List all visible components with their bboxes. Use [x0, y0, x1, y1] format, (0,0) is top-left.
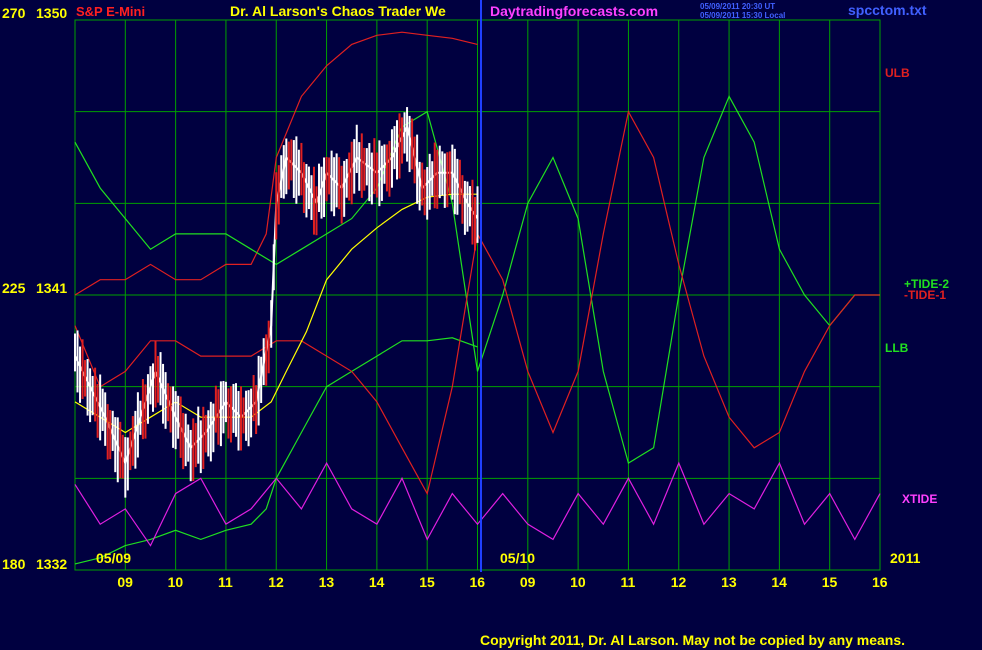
x-tick-label: 15 — [419, 574, 435, 590]
copyright-footer: Copyright 2011, Dr. Al Larson. May not b… — [480, 632, 905, 648]
x-tick-label: 10 — [168, 574, 184, 590]
x-tick-label: 11 — [218, 574, 233, 590]
y-right-label-mid: 1341 — [36, 280, 67, 296]
site-link[interactable]: Daytradingforecasts.com — [490, 3, 658, 19]
y-left-label-top: 270 — [2, 5, 26, 21]
timestamp-local: 05/09/2011 15:30 Local — [700, 11, 785, 20]
series-label-llb: LLB — [885, 341, 909, 355]
x-tick-label: 12 — [671, 574, 687, 590]
x-tick-label: 12 — [268, 574, 284, 590]
x-tick-labels: 09 10 11 12 13 14 15 16 09 10 11 12 13 14 15 16 — [117, 574, 887, 590]
x-tick-label: 15 — [822, 574, 838, 590]
x-tick-label: 14 — [771, 574, 787, 590]
y-right-label-top: 1350 — [36, 5, 67, 21]
filename-label: spcctom.txt — [848, 2, 927, 18]
y-left-label-bottom: 180 — [2, 556, 26, 572]
x-tick-label: 09 — [117, 574, 133, 590]
x-tick-label: 10 — [570, 574, 586, 590]
y-right-label-bottom: 1332 — [36, 556, 67, 572]
chart-title: Dr. Al Larson's Chaos Trader We — [230, 3, 446, 19]
series-label-ulb: ULB — [885, 66, 910, 80]
timestamp-ut: 05/09/2011 20:30 UT — [700, 2, 775, 11]
x-tick-label: 09 — [520, 574, 536, 590]
x-tick-label: 13 — [721, 574, 737, 590]
date-marker-0509: 05/09 — [96, 550, 131, 566]
instrument-label: S&P E-Mini — [76, 4, 145, 19]
x-tick-label: 16 — [872, 574, 888, 590]
series-label-tide1: -TIDE-1 — [904, 288, 946, 302]
chart: S&P E-Mini Dr. Al Larson's Chaos Trader … — [2, 0, 949, 648]
x-tick-label: 11 — [620, 574, 635, 590]
year-label: 2011 — [890, 550, 921, 566]
y-left-label-mid: 225 — [2, 280, 26, 296]
x-tick-label: 14 — [369, 574, 385, 590]
date-marker-0510: 05/10 — [500, 550, 535, 566]
series-label-xtide: XTIDE — [902, 492, 937, 506]
x-tick-label: 13 — [319, 574, 335, 590]
grid — [74, 19, 881, 571]
x-tick-label: 16 — [470, 574, 486, 590]
